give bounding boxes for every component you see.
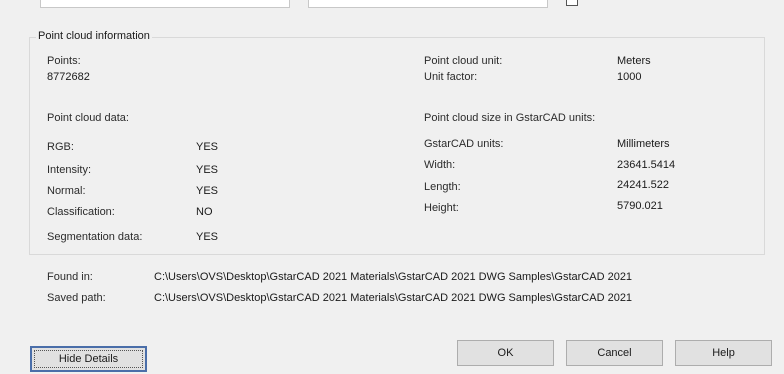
hide-details-button[interactable]: Hide Details	[30, 346, 147, 372]
segmentation-value: YES	[196, 231, 219, 243]
top-field-left	[40, 0, 290, 8]
unit-factor-label: Unit factor:	[424, 71, 478, 83]
classification-label: Classification:	[47, 206, 115, 218]
classification-value: NO	[196, 206, 213, 218]
rgb-label: RGB:	[47, 141, 74, 153]
top-checkbox-fragment	[566, 0, 578, 6]
ok-button[interactable]: OK	[457, 340, 554, 366]
cancel-button[interactable]: Cancel	[566, 340, 663, 366]
length-value: 24241.522	[617, 179, 669, 191]
height-label: Height:	[424, 202, 459, 214]
width-value: 23641.5414	[617, 159, 676, 171]
gstarcad-units-label: GstarCAD units:	[424, 138, 504, 150]
saved-path-label: Saved path:	[47, 292, 106, 304]
unit-label: Point cloud unit:	[424, 55, 503, 67]
saved-path-value: C:\Users\OVS\Desktop\GstarCAD 2021 Mater…	[154, 292, 633, 304]
normal-value: YES	[196, 185, 219, 197]
width-label: Width:	[424, 159, 456, 171]
intensity-label: Intensity:	[47, 164, 92, 176]
gstarcad-units-value: Millimeters	[617, 138, 670, 150]
length-label: Length:	[424, 181, 461, 193]
intensity-value: YES	[196, 164, 219, 176]
unit-factor-value: 1000	[617, 71, 642, 83]
found-in-label: Found in:	[47, 271, 93, 283]
segmentation-label: Segmentation data:	[47, 231, 143, 243]
size-section-title: Point cloud size in GstarCAD units:	[424, 112, 596, 124]
unit-value: Meters	[617, 55, 651, 67]
normal-label: Normal:	[47, 185, 86, 197]
help-button[interactable]: Help	[675, 340, 772, 366]
points-value: 8772682	[47, 71, 90, 83]
data-section-title: Point cloud data:	[47, 112, 129, 124]
group-title: Point cloud information	[36, 30, 152, 42]
top-field-right	[308, 0, 548, 8]
found-in-value: C:\Users\OVS\Desktop\GstarCAD 2021 Mater…	[154, 271, 633, 283]
height-value: 5790.021	[617, 200, 663, 212]
rgb-value: YES	[196, 141, 219, 153]
points-label: Points:	[47, 55, 81, 67]
